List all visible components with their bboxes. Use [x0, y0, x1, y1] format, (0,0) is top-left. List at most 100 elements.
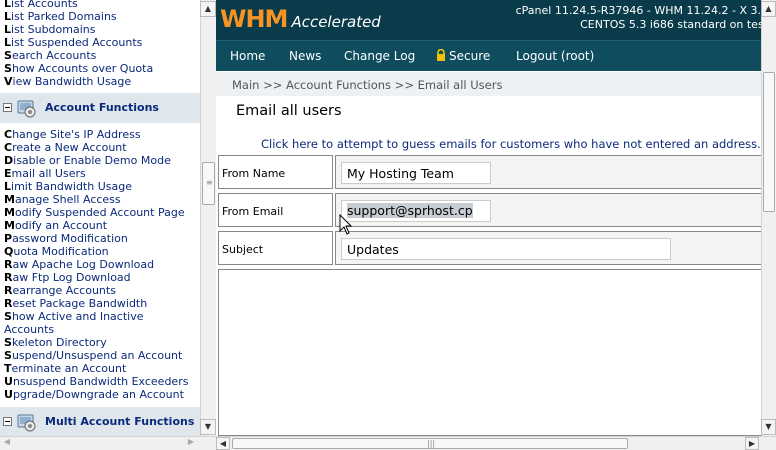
sidebar-link-account-5[interactable]: Manage Shell Access — [4, 193, 121, 206]
version-line-2: CENTOS 5.3 i686 standard on test — [580, 18, 768, 31]
sidebar-link-initial: M — [4, 206, 15, 219]
sidebar-link-account-12[interactable]: Rearrange Accounts — [4, 284, 116, 297]
sidebar-link-initial: S — [4, 336, 12, 349]
message-textarea[interactable] — [218, 269, 765, 436]
sidebar-link-account-15[interactable]: Accounts — [4, 323, 54, 336]
sidebar-link-account-3[interactable]: Email all Users — [4, 167, 86, 180]
menu-home[interactable]: Home — [230, 49, 265, 63]
sidebar-link-top-4[interactable]: Search Accounts — [4, 49, 96, 62]
sidebar-link-initial: T — [4, 362, 12, 375]
subject-input[interactable] — [341, 238, 671, 260]
breadcrumb: Main >> Account Functions >> Email all U… — [232, 78, 503, 92]
sidebar-link-account-16[interactable]: Skeleton Directory — [4, 336, 107, 349]
scroll-up-arrow-icon[interactable]: ▲ — [200, 1, 216, 17]
sidebar-link-account-9[interactable]: Quota Modification — [4, 245, 109, 258]
sidebar-link-top-0[interactable]: List Accounts — [4, 0, 78, 10]
sidebar-link-account-1[interactable]: Create a New Account — [4, 141, 127, 154]
sidebar-link-label: reate a New Account — [12, 141, 127, 154]
scroll-down-arrow-icon[interactable]: ▼ — [761, 419, 776, 435]
collapse-toggle-icon[interactable] — [3, 103, 12, 112]
sidebar-link-top-6[interactable]: View Bandwidth Usage — [4, 75, 131, 88]
sidebar-link-label: how Active and Inactive — [11, 310, 144, 323]
scroll-up-arrow-icon[interactable]: ▲ — [761, 1, 776, 17]
page-title: Email all users — [236, 103, 342, 119]
sidebar-link-account-6[interactable]: Modify Suspended Account Page — [4, 206, 185, 219]
sidebar-link-label: mail all Users — [11, 167, 86, 180]
sidebar-link-account-0[interactable]: Change Site's IP Address — [4, 128, 141, 141]
category-label: Multi Account Functions — [45, 415, 195, 428]
sidebar-link-account-4[interactable]: Limit Bandwidth Usage — [4, 180, 132, 193]
menu-logout[interactable]: Logout (root) — [516, 49, 594, 63]
sidebar-link-account-18[interactable]: Terminate an Account — [4, 362, 126, 375]
from-name-value-cell — [335, 155, 765, 189]
version-line-1: cPanel 11.24.5-R37946 - WHM 11.24.2 - X … — [515, 4, 768, 17]
scroll-thumb[interactable]: ≡ — [202, 162, 215, 205]
sidebar-link-initial: D — [4, 154, 14, 167]
scroll-thumb[interactable] — [763, 72, 775, 212]
left-horizontal-scrollbar[interactable]: ◀ ▶ — [0, 436, 216, 450]
from-email-input[interactable]: support@sprhost.cp — [341, 200, 491, 222]
sidebar-link-account-17[interactable]: Suspend/Unsuspend an Account — [4, 349, 182, 362]
sidebar-link-initial: Q — [4, 245, 14, 258]
sidebar-link-account-14[interactable]: Show Active and Inactive — [4, 310, 144, 323]
right-horizontal-scrollbar[interactable]: ◀ ||| ▶ — [216, 436, 776, 450]
sidebar-link-initial: E — [4, 167, 12, 180]
sidebar-link-initial: L — [4, 0, 12, 10]
grip-icon: ||| — [427, 439, 436, 448]
scroll-down-arrow-icon[interactable]: ▼ — [200, 419, 216, 435]
sidebar-link-initial: S — [4, 62, 12, 75]
menu-secure[interactable]: Secure — [436, 48, 490, 63]
sidebar-link-initial: V — [4, 75, 13, 88]
sidebar-link-label: nsuspend Bandwidth Exceeders — [12, 375, 189, 388]
scroll-right-arrow-icon[interactable]: ▶ — [184, 436, 198, 450]
sidebar-link-account-10[interactable]: Raw Apache Log Download — [4, 258, 154, 271]
sidebar-link-label: ist Suspended Accounts — [11, 36, 143, 49]
sidebar-link-top-2[interactable]: List Subdomains — [4, 23, 95, 36]
sidebar-link-account-8[interactable]: Password Modification — [4, 232, 128, 245]
category-label: Account Functions — [45, 101, 159, 114]
guess-emails-link[interactable]: Click here to attempt to guess emails fo… — [261, 137, 761, 151]
right-vertical-scrollbar[interactable]: ▲ ▼ — [761, 0, 776, 436]
menu-change-log[interactable]: Change Log — [344, 49, 415, 63]
scroll-right-arrow-icon[interactable]: ▶ — [745, 437, 759, 450]
collapse-toggle-icon[interactable] — [3, 417, 12, 426]
scroll-left-arrow-icon[interactable]: ◀ — [0, 436, 14, 450]
sidebar-link-initial: U — [4, 388, 13, 401]
category-multi-account-functions[interactable]: Multi Account Functions — [0, 407, 200, 436]
sidebar-link-initial: C — [4, 141, 13, 154]
sidebar-link-account-11[interactable]: Raw Ftp Log Download — [4, 271, 131, 284]
sidebar-link-label: uota Modification — [13, 245, 109, 258]
sidebar-link-initial: L — [4, 180, 12, 193]
grip-icon: ≡ — [206, 178, 213, 187]
sidebar-link-label: earrange Accounts — [12, 284, 116, 297]
category-account-functions[interactable]: Account Functions — [0, 93, 200, 123]
from-email-value: support@sprhost.cp — [347, 203, 473, 218]
subject-label: Subject — [222, 243, 264, 256]
sidebar-link-top-1[interactable]: List Parked Domains — [4, 10, 117, 23]
sidebar-link-account-13[interactable]: Reset Package Bandwidth — [4, 297, 147, 310]
sidebar-link-label: eset Package Bandwidth — [12, 297, 148, 310]
sidebar-link-label: earch Accounts — [11, 49, 97, 62]
scroll-left-arrow-icon[interactable]: ◀ — [216, 437, 230, 450]
left-vertical-scrollbar[interactable]: ▲ ≡ ▼ — [200, 0, 216, 436]
from-email-label: From Email — [222, 205, 284, 218]
sidebar-link-initial: L — [4, 10, 12, 23]
sidebar-link-label: iew Bandwidth Usage — [12, 75, 132, 88]
from-email-value-cell: support@sprhost.cp — [335, 193, 765, 227]
sidebar-link-label: assword Modification — [12, 232, 128, 245]
menu-news[interactable]: News — [289, 49, 321, 63]
sidebar-link-account-19[interactable]: Unsuspend Bandwidth Exceeders — [4, 375, 188, 388]
scroll-thumb[interactable]: ||| — [232, 438, 628, 449]
left-nav-frame: List Accounts List Parked Domains List Sub… — [0, 0, 200, 436]
sidebar-link-label: aw Apache Log Download — [12, 258, 155, 271]
sidebar-link-account-2[interactable]: Disable or Enable Demo Mode — [4, 154, 171, 167]
sidebar-link-initial: M — [4, 219, 15, 232]
sidebar-link-label: anage Shell Access — [14, 193, 121, 206]
logo-main: WHM — [220, 5, 288, 33]
sidebar-link-top-3[interactable]: List Suspended Accounts — [4, 36, 142, 49]
sidebar-link-label: hange Site's IP Address — [12, 128, 141, 141]
sidebar-link-account-20[interactable]: Upgrade/Downgrade an Account — [4, 388, 184, 401]
sidebar-link-account-7[interactable]: Modify an Account — [4, 219, 107, 232]
sidebar-link-top-5[interactable]: Show Accounts over Quota — [4, 62, 153, 75]
from-name-input[interactable] — [341, 162, 491, 184]
